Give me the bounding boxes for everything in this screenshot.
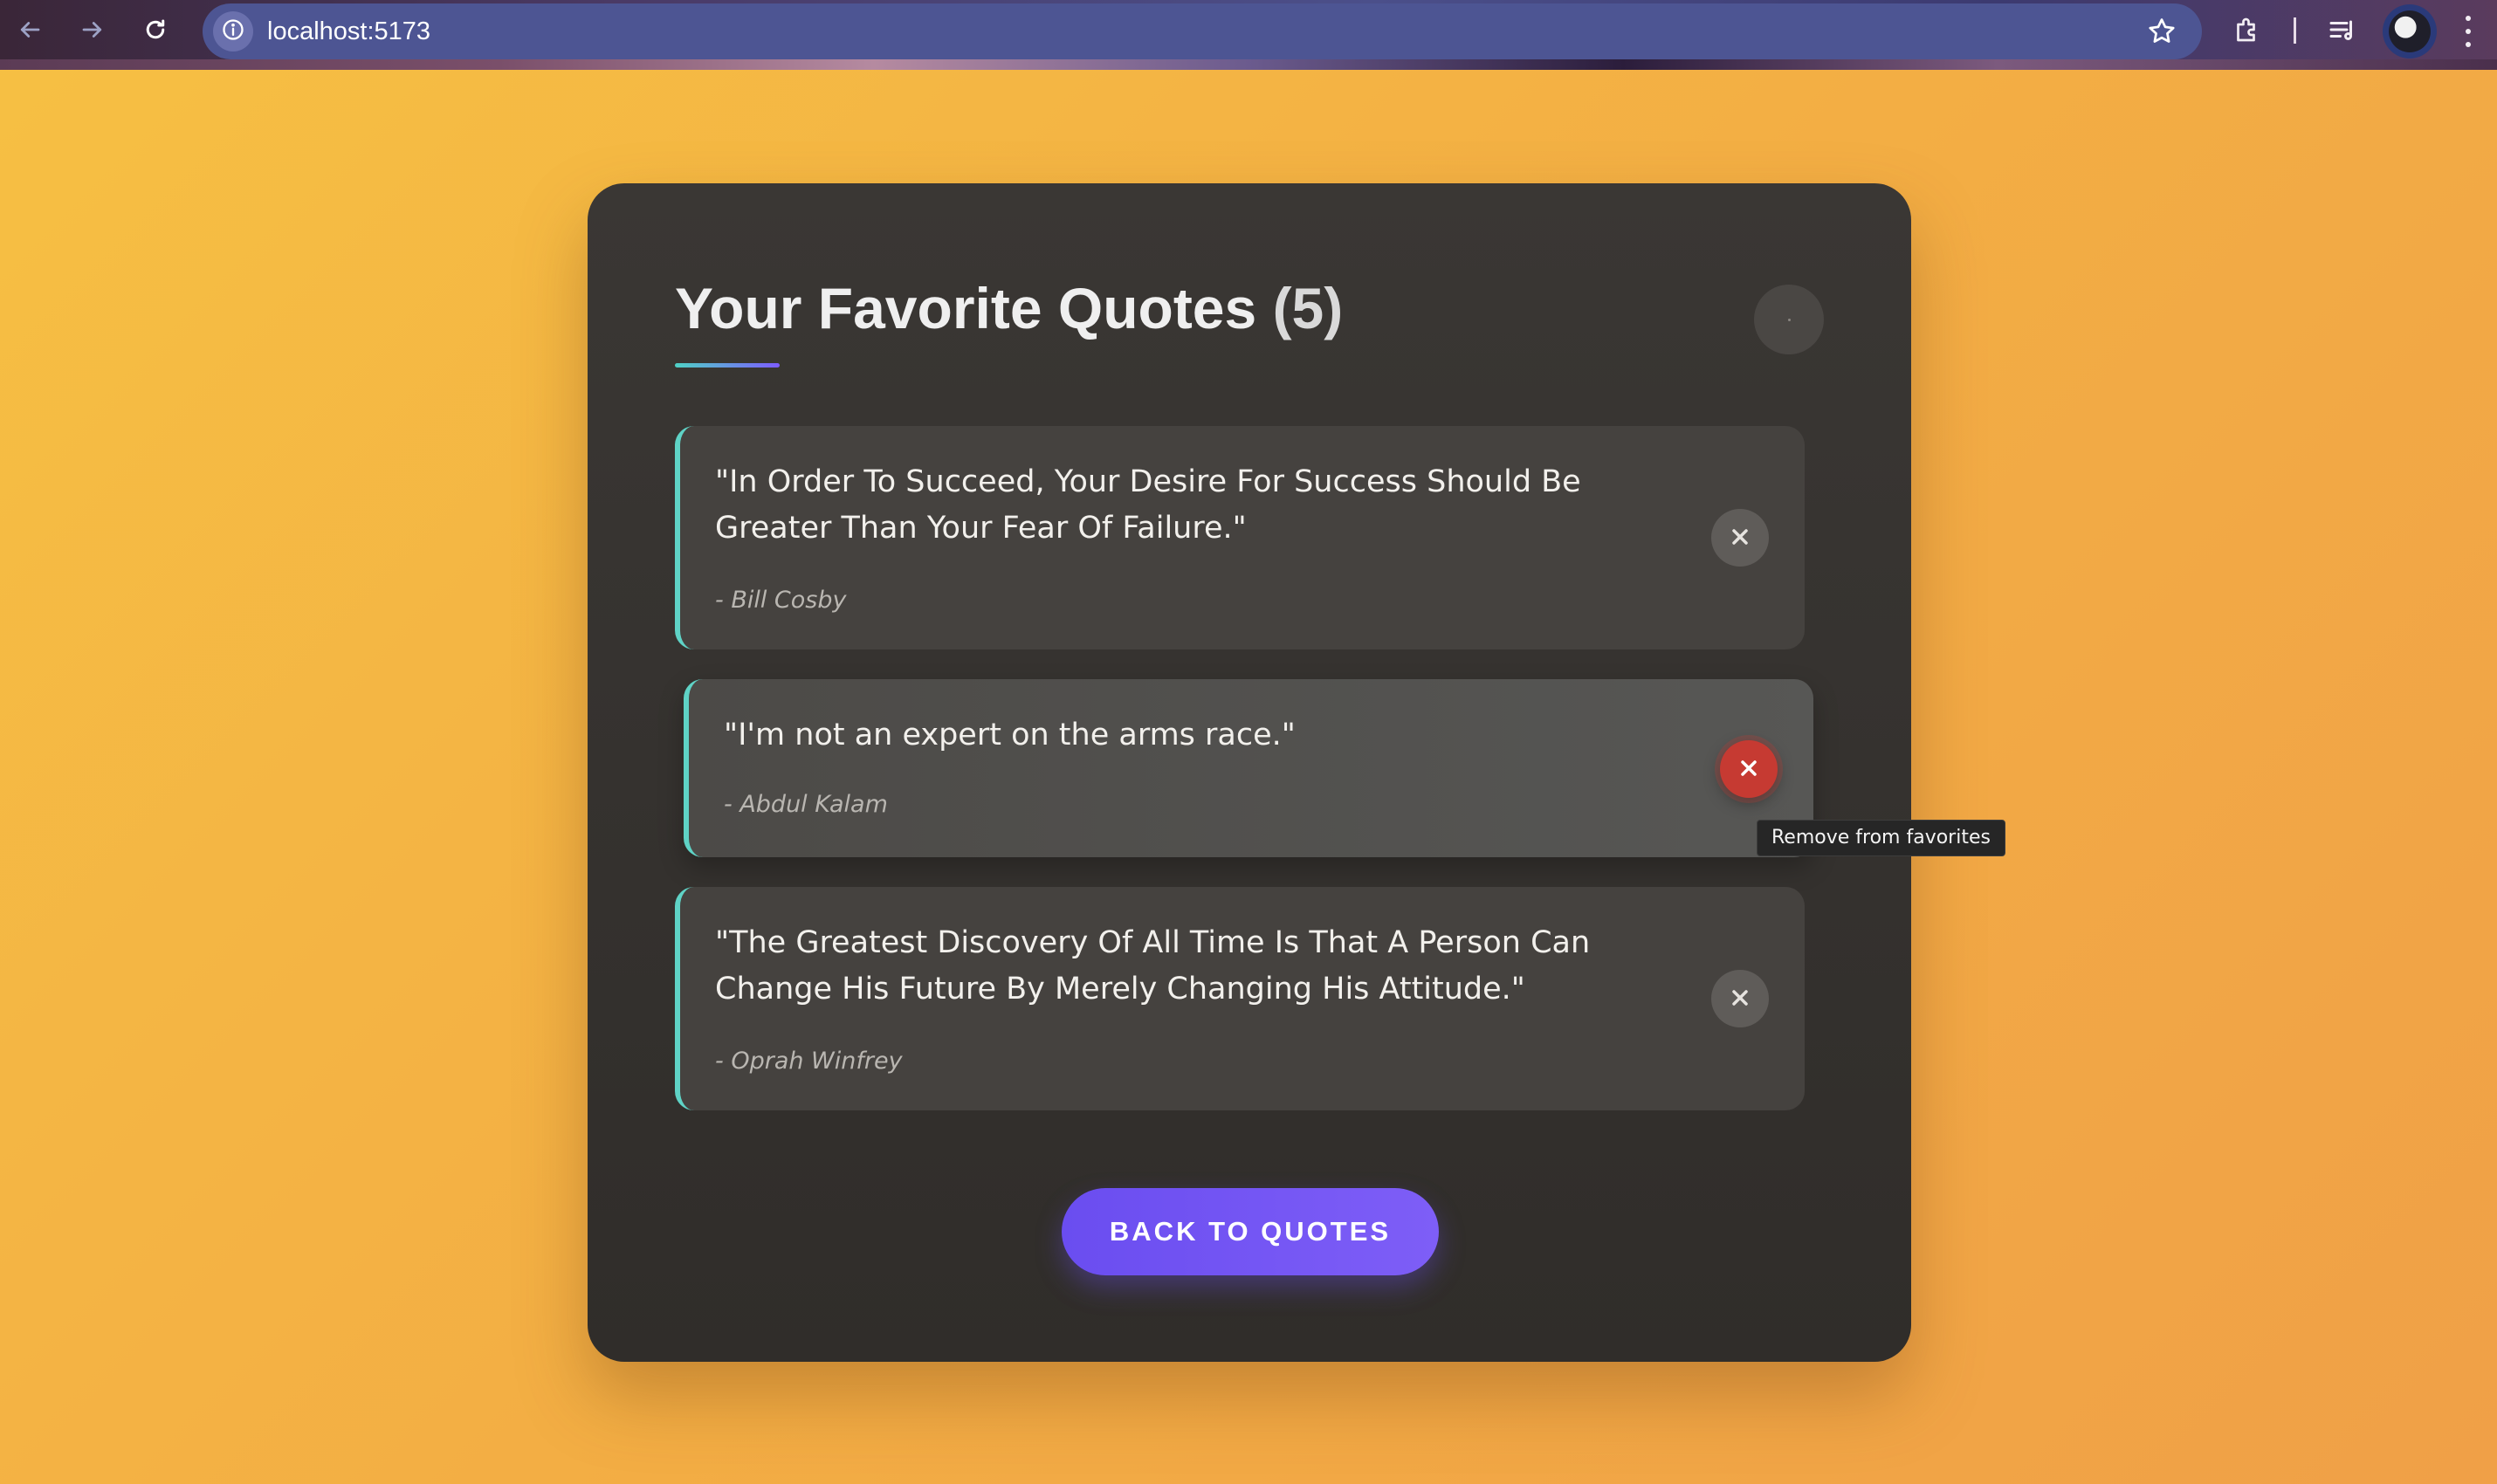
quote-item: "The Greatest Discovery Of All Time Is T… [675, 887, 1805, 1110]
avatar[interactable] [2383, 4, 2437, 58]
quote-author: - Bill Cosby [715, 587, 847, 614]
close-icon [1728, 525, 1752, 552]
theme-toggle-button[interactable] [1754, 285, 1824, 354]
reload-icon [142, 17, 169, 46]
puzzle-icon[interactable] [2232, 14, 2263, 45]
close-icon [1737, 756, 1761, 783]
arrow-left-icon [17, 17, 43, 46]
star-icon[interactable] [2146, 16, 2177, 47]
close-icon [1728, 986, 1752, 1013]
arrow-right-icon [79, 17, 106, 46]
quote-text: "In Order To Succeed, Your Desire For Su… [715, 464, 1581, 546]
favorites-card: Your Favorite Quotes (5) "In Order To Su… [588, 183, 1911, 1362]
back-to-quotes-button[interactable]: BACK TO QUOTES [1062, 1188, 1439, 1275]
profile-picture [2389, 10, 2431, 52]
browser-toolbar: localhost:5173 [0, 0, 2497, 70]
back-button[interactable] [9, 10, 51, 52]
quote-text: "I'm not an expert on the arms race." [724, 718, 1296, 752]
remove-tooltip: Remove from favorites [1757, 820, 2005, 856]
quote-text: "The Greatest Discovery Of All Time Is T… [715, 925, 1591, 1007]
tab-strip-backdrop [0, 59, 2497, 70]
remove-favorite-button[interactable] [1711, 509, 1769, 567]
quote-item: "I'm not an expert on the arms race." - … [684, 679, 1813, 857]
page-title-text: Your Favorite Quotes [675, 276, 1257, 340]
toolbar-divider [2294, 17, 2296, 44]
quote-item: "In Order To Succeed, Your Desire For Su… [675, 426, 1805, 649]
reading-list-icon[interactable] [2326, 14, 2357, 45]
remove-favorite-button[interactable] [1720, 740, 1778, 798]
kebab-menu-icon[interactable] [2455, 12, 2481, 51]
remove-favorite-button[interactable] [1711, 970, 1769, 1027]
page-title: Your Favorite Quotes (5) [675, 275, 1343, 341]
forward-button[interactable] [72, 10, 114, 52]
reload-button[interactable] [134, 10, 176, 52]
quote-author: - Abdul Kalam [724, 791, 888, 818]
quote-author: - Oprah Winfrey [715, 1048, 903, 1075]
title-underline [675, 363, 780, 368]
url-text[interactable]: localhost:5173 [267, 3, 430, 59]
info-icon [221, 17, 245, 45]
site-info-button[interactable] [213, 11, 253, 52]
address-bar[interactable]: localhost:5173 [203, 3, 2202, 59]
favorites-count: (5) [1272, 276, 1344, 340]
